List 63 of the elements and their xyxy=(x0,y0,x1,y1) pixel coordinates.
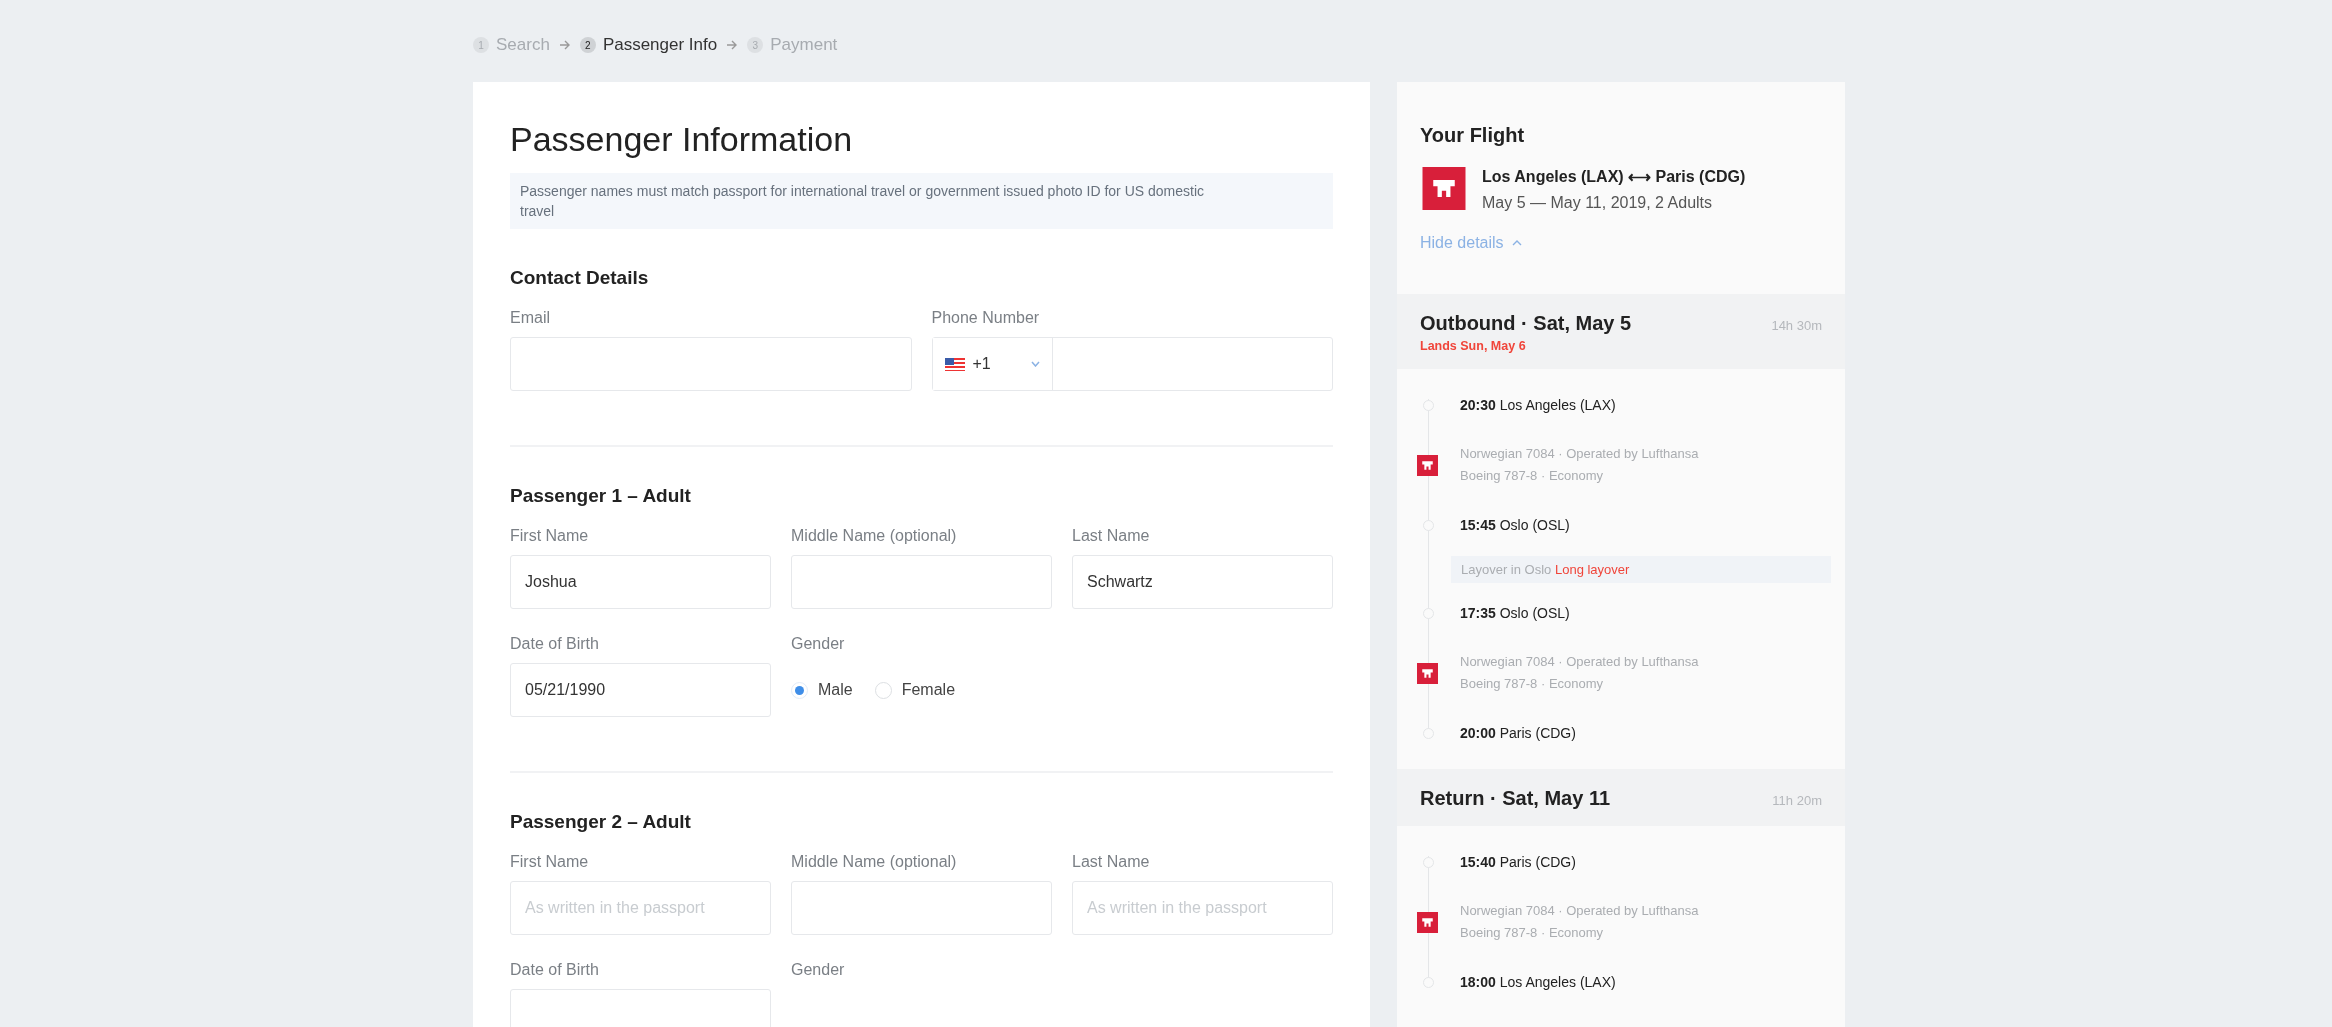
phone-field[interactable]: +1 xyxy=(931,337,1333,391)
field-label: First Name xyxy=(510,853,590,871)
arrival-note: Lands Sun, May 6 xyxy=(1420,339,1527,353)
flag-icon xyxy=(944,357,965,371)
input-field[interactable] xyxy=(791,555,1052,609)
field-label: Last Name xyxy=(1072,853,1151,871)
duration-text: 11h 20m xyxy=(1772,793,1822,808)
section-heading: Contact Details xyxy=(510,267,650,289)
page-title: Passenger Information xyxy=(510,120,854,159)
flight-info: Norwegian 7084 · Operated by Lufthansa xyxy=(1460,445,1699,463)
radio-button[interactable] xyxy=(791,681,808,699)
stop-time-place: 18:00 Los Angeles (LAX) xyxy=(1460,974,1616,990)
step-number: 2 xyxy=(579,37,596,53)
radio-button[interactable] xyxy=(874,681,892,699)
arrow-icon xyxy=(558,40,571,50)
step-link[interactable]: 2 Passenger Info xyxy=(579,35,718,55)
stop-time-place: 15:40 Paris (CDG) xyxy=(1460,854,1576,870)
leg-title: Return · Sat, May 11 xyxy=(1420,787,1611,810)
input-field[interactable] xyxy=(791,881,1052,935)
aircraft-info: Boeing 787-8 · Economy xyxy=(1460,675,1605,693)
input-field[interactable] xyxy=(510,337,912,391)
field-label: Middle Name (optional) xyxy=(791,853,958,871)
aircraft-info: Boeing 787-8 · Economy xyxy=(1460,924,1605,942)
airline-logo-icon xyxy=(1420,167,1468,210)
radio-option[interactable]: Male xyxy=(791,681,853,699)
flight-info: Norwegian 7084 · Operated by Lufthansa xyxy=(1460,653,1699,671)
section-heading: Passenger 1 – Adult xyxy=(510,485,692,507)
panel-title: Your Flight xyxy=(1420,124,1526,147)
caret-icon xyxy=(1030,361,1040,367)
flight-info: Norwegian 7084 · Operated by Lufthansa xyxy=(1460,902,1699,920)
dates-text: May 5 — May 11, 2019, 2 Adults xyxy=(1482,194,1714,212)
arrow-icon xyxy=(726,40,739,50)
field-label: Gender xyxy=(791,635,846,653)
section-heading: Passenger 2 – Adult xyxy=(510,811,692,833)
radio-option[interactable]: Female xyxy=(874,681,956,699)
country-code-dropdown[interactable]: +1 xyxy=(932,338,1053,390)
field-label: Email xyxy=(510,309,551,327)
input-field[interactable]: Joshua xyxy=(510,555,771,609)
field-label: Date of Birth xyxy=(510,635,600,653)
input-field[interactable] xyxy=(510,989,771,1027)
field-label: Date of Birth xyxy=(510,961,600,979)
layover-text: Layover in Oslo xyxy=(1461,561,1552,577)
stop-time-place: 15:45 Oslo (OSL) xyxy=(1460,517,1570,533)
field-label: Phone Number xyxy=(931,309,1041,327)
field-label: Last Name xyxy=(1072,527,1151,545)
duration-text: 14h 30m xyxy=(1771,318,1822,333)
layover-warning: Long layover xyxy=(1554,561,1630,577)
route-text: Los Angeles (LAX) ⟷ Paris (CDG) xyxy=(1482,167,1746,186)
chevron-up-icon xyxy=(1511,240,1522,246)
airline-logo-icon xyxy=(1416,662,1438,684)
stop-time-place: 20:30 Los Angeles (LAX) xyxy=(1460,397,1616,413)
airline-logo-icon xyxy=(1416,454,1438,476)
field-label: Gender xyxy=(791,961,846,979)
stop-time-place: 17:35 Oslo (OSL) xyxy=(1460,605,1570,621)
field-label: Middle Name (optional) xyxy=(791,527,958,545)
input-field[interactable]: 05/21/1990 xyxy=(510,663,771,717)
notice-text: Passenger names must match passport for international travel or government issued photo ID for US domestic travel xyxy=(510,173,1333,229)
aircraft-info: Boeing 787-8 · Economy xyxy=(1460,467,1605,485)
leg-title: Outbound · Sat, May 5 xyxy=(1420,312,1632,335)
airline-logo-icon xyxy=(1416,911,1438,933)
stop-time-place: 20:00 Paris (CDG) xyxy=(1460,725,1576,741)
field-label: First Name xyxy=(510,527,590,545)
input-field[interactable]: Schwartz xyxy=(1072,555,1333,609)
